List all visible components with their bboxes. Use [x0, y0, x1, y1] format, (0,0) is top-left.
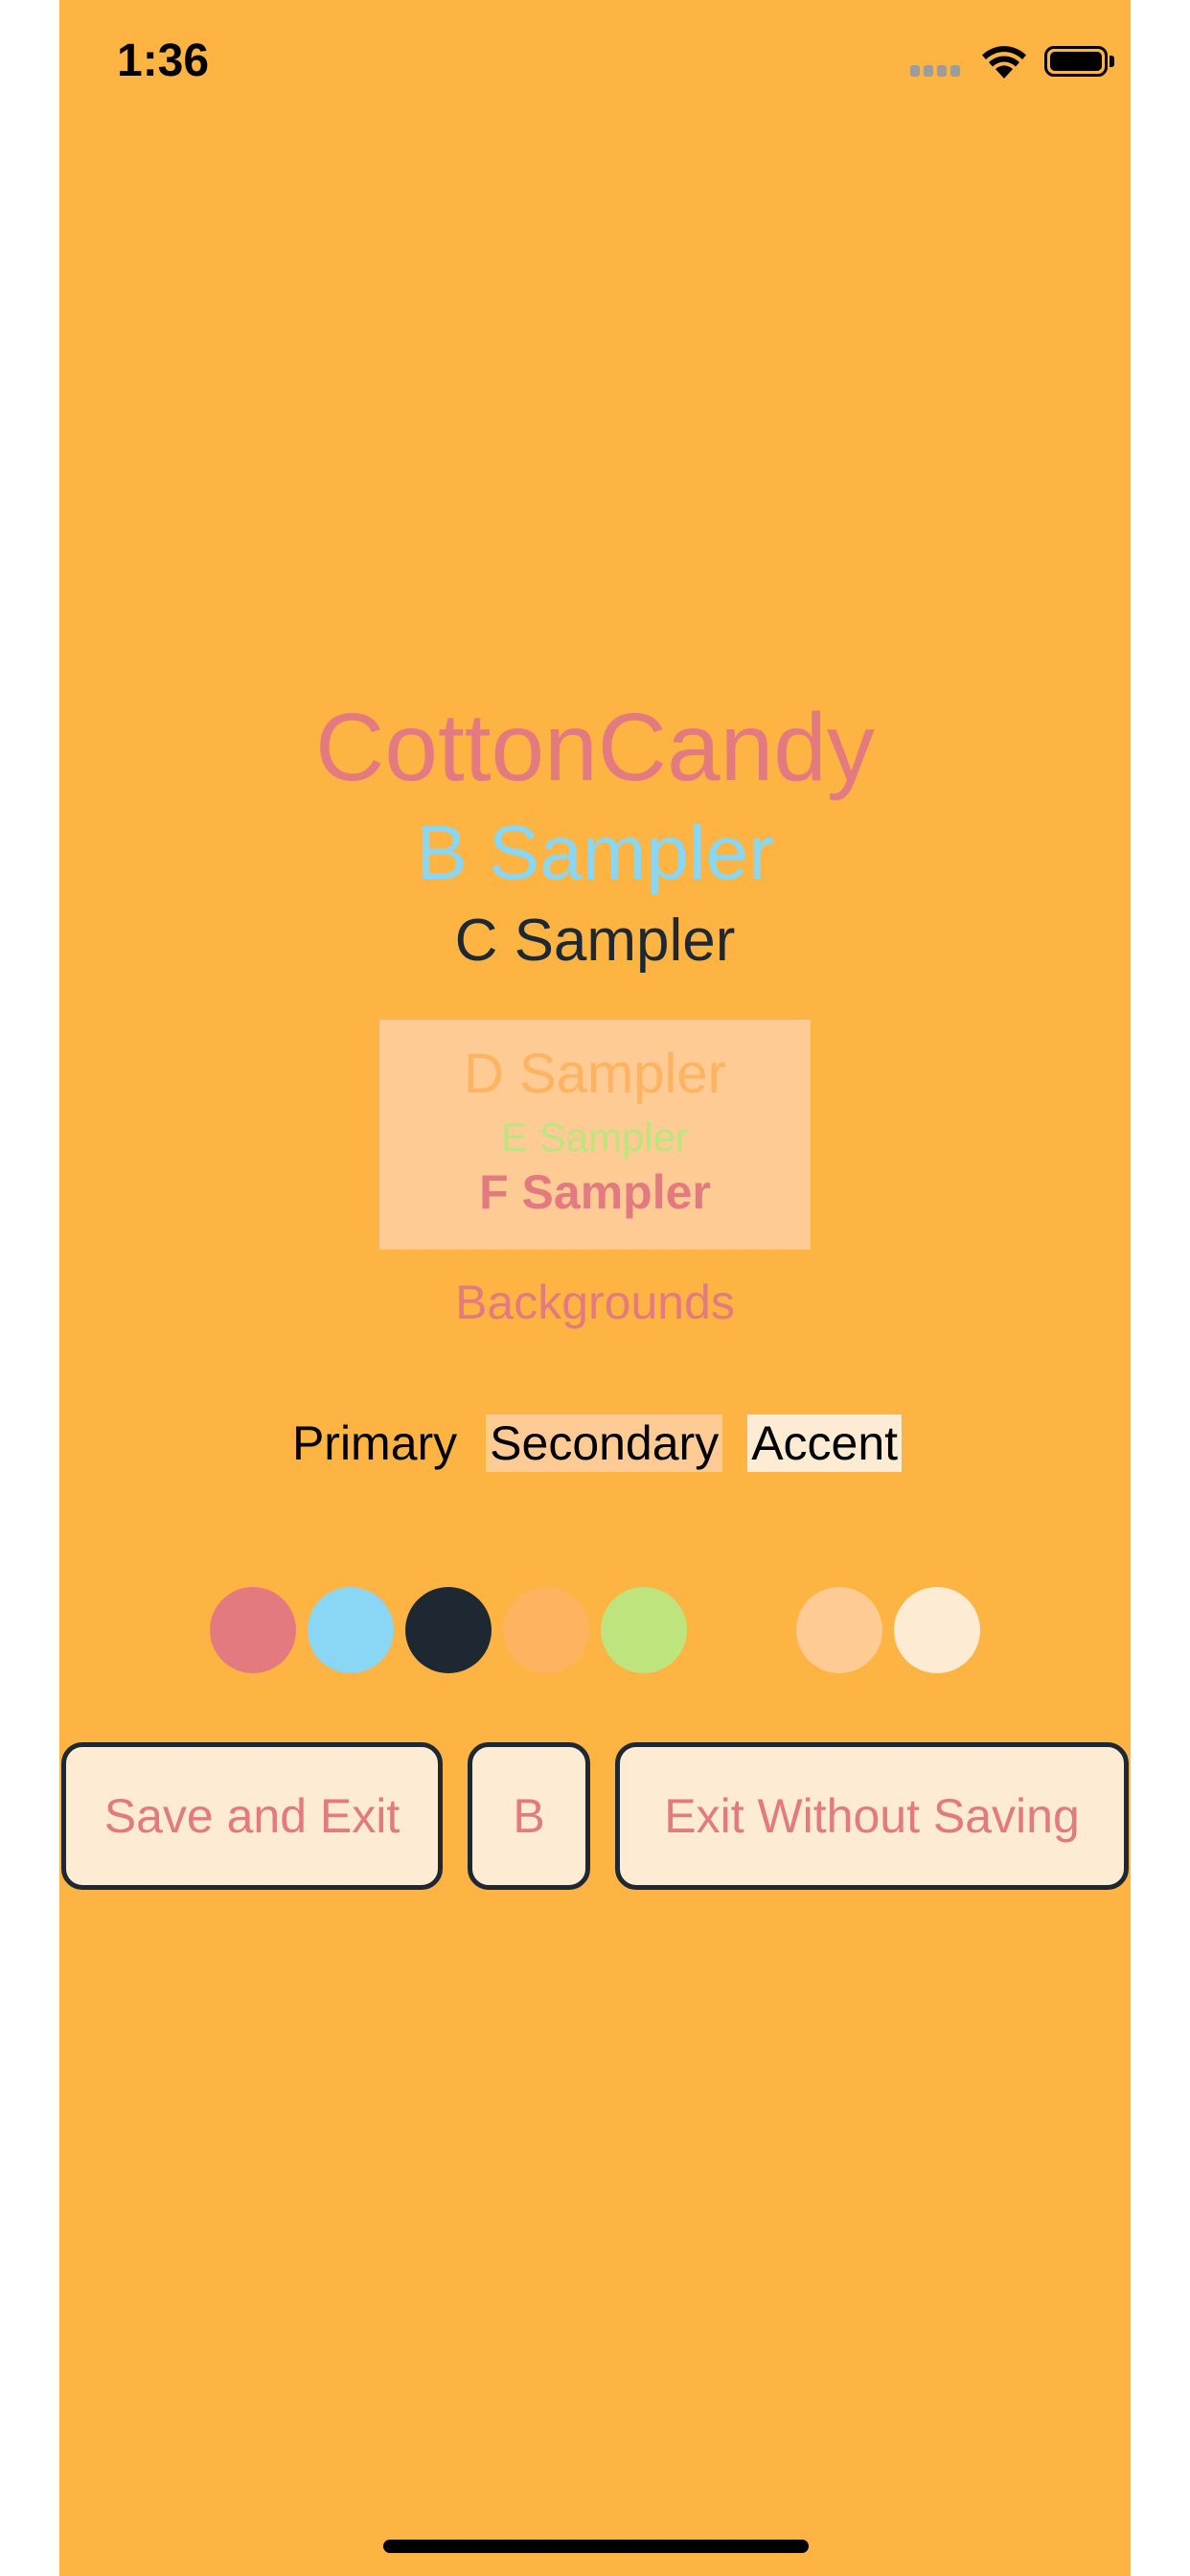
theme-title: CottonCandy — [315, 694, 875, 801]
battery-cap — [1110, 56, 1114, 67]
background-primary-label: Primary — [291, 1416, 458, 1470]
b-button[interactable]: B — [468, 1742, 590, 1890]
swatch-accent[interactable] — [894, 1587, 980, 1673]
color-swatch-row — [59, 1587, 1131, 1673]
cellular-signal-icon — [910, 65, 968, 77]
status-time: 1:36 — [117, 35, 210, 86]
exit-without-saving-button[interactable]: Exit Without Saving — [615, 1742, 1129, 1890]
c-sampler-text: C Sampler — [454, 908, 736, 974]
battery-icon — [1044, 46, 1108, 77]
swatch-f[interactable] — [698, 1587, 785, 1673]
swatch-e[interactable] — [601, 1587, 687, 1673]
save-and-exit-button[interactable]: Save and Exit — [61, 1742, 443, 1890]
wifi-icon — [982, 46, 1026, 79]
background-accent-label: Accent — [747, 1414, 903, 1472]
swatch-secondary[interactable] — [796, 1587, 882, 1673]
background-secondary-label: Secondary — [486, 1414, 723, 1472]
e-sampler-text: E Sampler — [500, 1115, 690, 1160]
secondary-sampler-box: D Sampler E Sampler F Sampler — [379, 1020, 811, 1250]
backgrounds-row: Primary Secondary Accent — [59, 1413, 1131, 1474]
d-sampler-text: D Sampler — [464, 1043, 726, 1105]
backgrounds-heading: Backgrounds — [455, 1276, 735, 1329]
f-sampler-text: F Sampler — [479, 1165, 711, 1219]
b-sampler-text: B Sampler — [416, 810, 774, 895]
swatch-a[interactable] — [210, 1587, 296, 1673]
home-indicator[interactable] — [383, 2540, 809, 2553]
swatch-d[interactable] — [503, 1587, 589, 1673]
status-icons — [910, 42, 1131, 80]
swatch-c[interactable] — [405, 1587, 492, 1673]
swatch-b[interactable] — [308, 1587, 394, 1673]
app-screen: 1:36 CottonCandy B Sampler C Sampler D S… — [59, 0, 1131, 2576]
